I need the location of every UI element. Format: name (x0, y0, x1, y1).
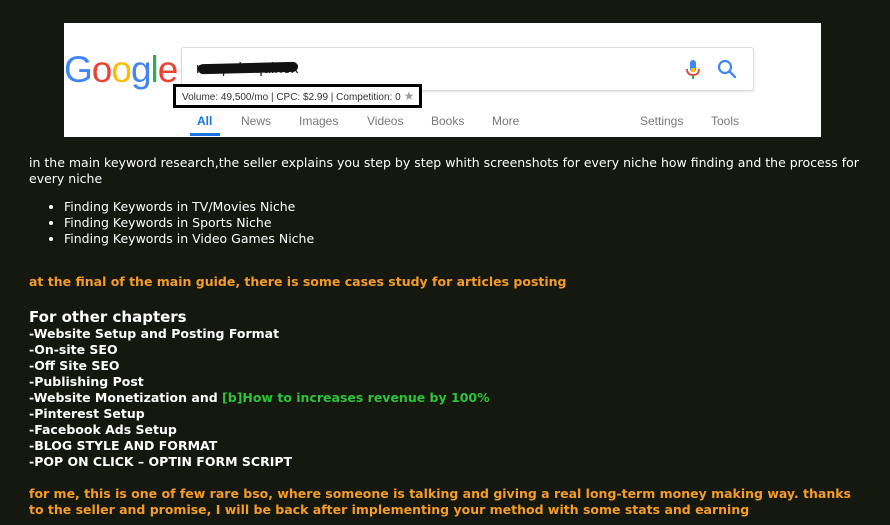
keyword-stats-text: Volume: 49,500/mo | CPC: $2.99 | Competi… (182, 92, 401, 103)
tab-videos[interactable]: Videos (367, 114, 403, 128)
logo-letter: e (157, 49, 179, 90)
tab-all[interactable]: All (197, 114, 212, 128)
list-item: Finding Keywords in Video Games Niche (64, 231, 859, 247)
chapter-item: -Publishing Post (29, 374, 144, 389)
chapter-item: -Pinterest Setup (29, 406, 145, 421)
tab-more[interactable]: More (492, 114, 519, 128)
list-item: Finding Keywords in Sports Niche (64, 215, 859, 231)
logo-letter: l (150, 49, 159, 90)
star-icon[interactable]: ★ (404, 87, 415, 105)
search-tabs: All News Images Videos Books More Settin… (64, 114, 821, 136)
google-logo: Google (64, 49, 179, 90)
niche-list: Finding Keywords in TV/Movies Niche Find… (29, 199, 859, 247)
google-search-screenshot: Google rampal equinox Volume: 49,500/mo … (64, 23, 821, 137)
closing-paragraph: for me, this is one of few rare bso, whe… (29, 486, 851, 517)
revenue-highlight: [b]How to increases revenue by 100% (222, 390, 490, 405)
chapter-item-text: -Website Monetization and (29, 390, 223, 405)
chapter-item: -Facebook Ads Setup (29, 422, 177, 437)
chapter-item: -Website Setup and Posting Format (29, 326, 280, 341)
search-icon[interactable] (717, 59, 737, 79)
case-study-line: at the final of the main guide, there is… (29, 274, 567, 289)
list-item: Finding Keywords in TV/Movies Niche (64, 199, 859, 215)
tab-news[interactable]: News (241, 114, 271, 128)
keyword-stats-box: Volume: 49,500/mo | CPC: $2.99 | Competi… (173, 84, 422, 108)
chapter-item-monetization: -Website Monetization and [b]How to incr… (29, 390, 859, 406)
chapters-list: -Website Setup and Posting Format -On-si… (29, 326, 859, 470)
tab-books[interactable]: Books (431, 114, 464, 128)
tab-tools[interactable]: Tools (711, 114, 739, 128)
forum-post: in the main keyword research,the seller … (29, 155, 859, 518)
intro-paragraph: in the main keyword research,the seller … (29, 155, 859, 186)
chapter-item: -On-site SEO (29, 342, 118, 357)
logo-letter: o (91, 49, 113, 90)
chapter-item: -Off Site SEO (29, 358, 120, 373)
chapter-item: -POP ON CLICK – OPTIN FORM SCRIPT (29, 454, 293, 469)
logo-letter: g (130, 49, 152, 90)
tab-settings[interactable]: Settings (640, 114, 683, 128)
tab-images[interactable]: Images (299, 114, 338, 128)
mic-icon[interactable] (685, 59, 701, 81)
chapters-heading: For other chapters (29, 308, 187, 326)
logo-letter: o (111, 49, 132, 90)
active-tab-underline (190, 133, 220, 136)
logo-letter: G (64, 49, 93, 90)
chapter-item: -BLOG STYLE AND FORMAT (29, 438, 218, 453)
